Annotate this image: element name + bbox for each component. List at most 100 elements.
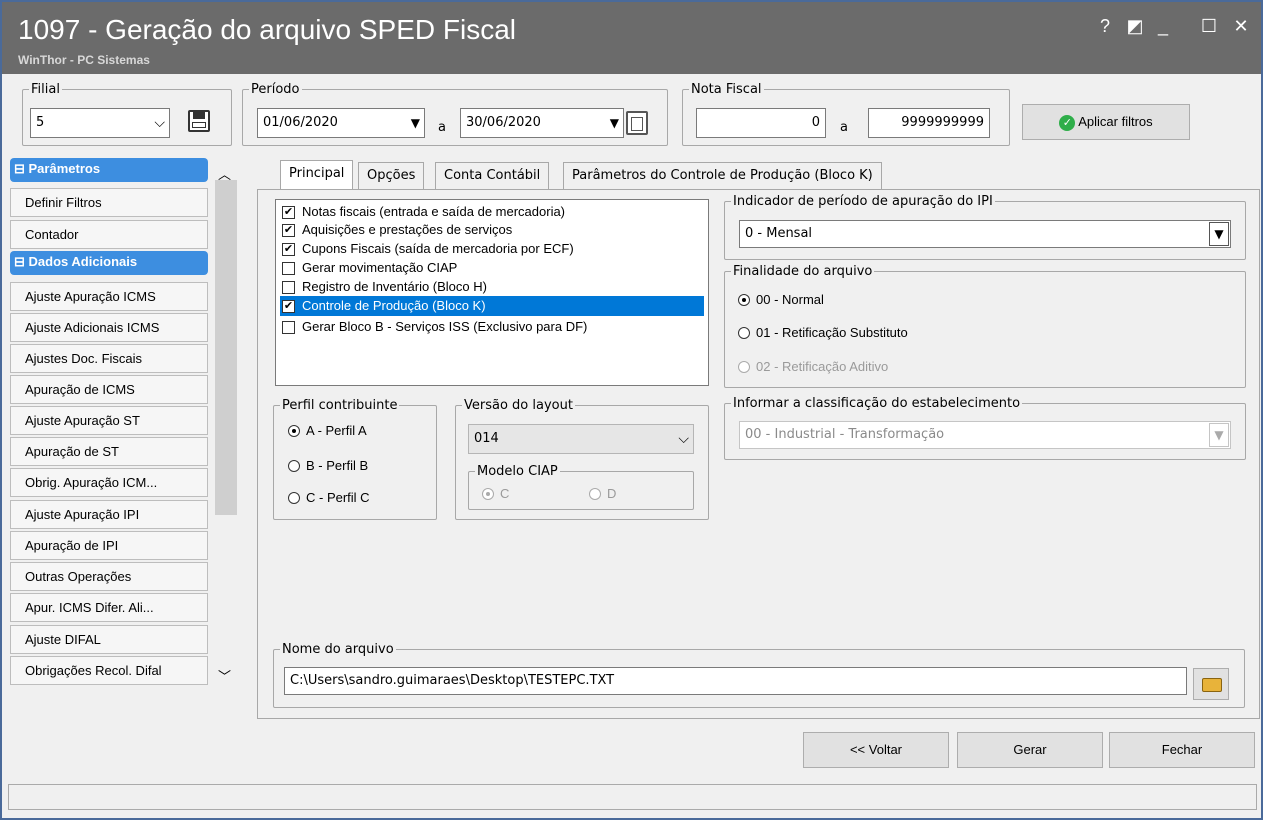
sidebar-item[interactable]: Apur. ICMS Difer. Ali... — [10, 593, 208, 622]
radio-ciap-d[interactable]: D — [587, 485, 616, 503]
checkbox[interactable] — [282, 321, 295, 334]
radio-label: A - Perfil A — [306, 423, 367, 438]
close-button[interactable]: Fechar — [1109, 732, 1255, 768]
radio-ciap-c[interactable]: C — [480, 485, 509, 503]
radio-perfil-a[interactable]: A - Perfil A — [286, 422, 367, 440]
radio-finalidade-normal[interactable]: 00 - Normal — [736, 291, 824, 309]
option-label: Cupons Fiscais (saída de mercadoria por … — [302, 241, 574, 256]
filial-select[interactable]: 5 ⌵ — [30, 108, 170, 138]
layout-version-select[interactable]: 014 ⌵ — [468, 424, 694, 454]
browse-button[interactable] — [1193, 668, 1229, 700]
sidebar-item[interactable]: Outras Operações — [10, 562, 208, 591]
nota-sep: a — [840, 120, 848, 135]
list-item[interactable]: Registro de Inventário (Bloco H) — [280, 277, 487, 297]
period-start-date[interactable]: 01/06/2020 ▼ — [257, 108, 425, 138]
period-end-value: 30/06/2020 — [466, 115, 541, 130]
sidebar-item[interactable]: Obrigações Recol. Difal — [10, 656, 208, 685]
sidebar-item[interactable]: Ajuste DIFAL — [10, 625, 208, 654]
sidebar-item[interactable]: Ajustes Doc. Fiscais — [10, 344, 208, 373]
sidebar-item[interactable]: Ajuste Apuração ST — [10, 406, 208, 435]
file-path-input[interactable]: C:\Users\sandro.guimaraes\Desktop\TESTEP… — [284, 667, 1187, 695]
sidebar-item[interactable]: Ajuste Apuração ICMS — [10, 282, 208, 311]
main-window: 1097 - Geração do arquivo SPED Fiscal Wi… — [0, 0, 1263, 820]
radio-label: 00 - Normal — [756, 292, 824, 307]
checkbox[interactable]: ✔ — [282, 243, 295, 256]
checkbox[interactable]: ✔ — [282, 224, 295, 237]
list-item[interactable]: ✔ Aquisições e prestações de serviços — [280, 220, 512, 240]
ipi-period-select[interactable]: 0 - Mensal ▼ — [739, 220, 1231, 248]
list-item[interactable]: Gerar Bloco B - Serviços ISS (Exclusivo … — [280, 317, 587, 337]
checkbox[interactable]: ✔ — [282, 300, 295, 313]
list-item-selected[interactable]: ✔ Controle de Produção (Bloco K) — [280, 296, 704, 316]
filial-value: 5 — [36, 115, 45, 130]
back-button[interactable]: << Voltar — [803, 732, 949, 768]
close-window-button[interactable]: ✕ — [1230, 16, 1252, 37]
sidebar-item[interactable]: Obrig. Apuração ICM... — [10, 468, 208, 497]
scroll-down-icon[interactable]: ﹀ — [218, 666, 231, 685]
radio-dot — [589, 488, 601, 500]
checkbox[interactable]: ✔ — [282, 206, 295, 219]
sidebar-item[interactable]: Apuração de ST — [10, 437, 208, 466]
generate-button[interactable]: Gerar — [957, 732, 1103, 768]
radio-finalidade-substituto[interactable]: 01 - Retificação Substituto — [736, 324, 908, 342]
chevron-down-icon: ⌵ — [154, 115, 165, 131]
ipi-period-value: 0 - Mensal — [745, 226, 813, 241]
nota-fiscal-label: Nota Fiscal — [689, 82, 764, 97]
minimize-button[interactable]: _ — [1152, 16, 1174, 37]
list-item[interactable]: Gerar movimentação CIAP — [280, 258, 457, 278]
arquivo-label: Nome do arquivo — [280, 642, 396, 657]
radio-dot — [288, 425, 300, 437]
list-item[interactable]: ✔ Notas fiscais (entrada e saída de merca… — [280, 202, 565, 222]
sidebar-scrollbar[interactable] — [215, 180, 237, 515]
chevron-down-icon: ⌵ — [678, 431, 689, 447]
sidebar-item-contador[interactable]: Contador — [10, 220, 208, 249]
classificacao-select[interactable]: 00 - Industrial - Transformação ▼ — [739, 421, 1231, 449]
radio-perfil-b[interactable]: B - Perfil B — [286, 457, 368, 475]
layout-version-value: 014 — [474, 431, 499, 446]
tab-principal[interactable]: Principal — [280, 160, 354, 191]
radio-finalidade-aditivo[interactable]: 02 - Retificação Aditivo — [736, 358, 888, 376]
tab-opcoes[interactable]: Opções — [358, 162, 425, 190]
maximize-button[interactable]: ☐ — [1198, 16, 1220, 37]
window-title: 1097 - Geração do arquivo SPED Fiscal — [18, 14, 517, 45]
help-button[interactable]: ? — [1094, 16, 1116, 37]
dropdown-arrow-icon: ▼ — [1209, 423, 1229, 447]
restore-layout-button[interactable]: ◩ — [1124, 16, 1146, 37]
sidebar: ⊟ Parâmetros Definir Filtros Contador ⊟ … — [10, 158, 210, 698]
check-circle-icon: ✓ — [1059, 114, 1076, 131]
ipi-label: Indicador de período de apuração do IPI — [731, 194, 995, 209]
radio-dot — [288, 460, 300, 472]
tab-conta-contabil[interactable]: Conta Contábil — [435, 162, 550, 190]
perfil-label: Perfil contribuinte — [280, 398, 400, 413]
sidebar-item[interactable]: Apuração de ICMS — [10, 375, 208, 404]
classificacao-value: 00 - Industrial - Transformação — [745, 427, 945, 442]
radio-dot — [738, 294, 750, 306]
radio-label: D — [607, 486, 617, 501]
option-label: Registro de Inventário (Bloco H) — [302, 279, 487, 294]
layout-label: Versão do layout — [462, 398, 575, 413]
calendar-icon[interactable] — [626, 111, 648, 135]
list-item[interactable]: ✔ Cupons Fiscais (saída de mercadoria por… — [280, 239, 574, 259]
checkbox[interactable] — [282, 262, 295, 275]
nota-start-input[interactable]: 0 — [696, 108, 826, 138]
period-end-date[interactable]: 30/06/2020 ▼ — [460, 108, 624, 138]
option-label: Controle de Produção (Bloco K) — [302, 298, 486, 313]
sidebar-item[interactable]: Apuração de IPI — [10, 531, 208, 560]
radio-perfil-c[interactable]: C - Perfil C — [286, 489, 370, 507]
sidebar-section-dados-adicionais[interactable]: ⊟ Dados Adicionais — [10, 251, 208, 275]
nota-end-input[interactable]: 9999999999 — [868, 108, 990, 138]
option-label: Gerar Bloco B - Serviços ISS (Exclusivo … — [302, 319, 588, 334]
apply-filters-button[interactable]: ✓ Aplicar filtros — [1022, 104, 1190, 140]
sidebar-section-parametros[interactable]: ⊟ Parâmetros — [10, 158, 208, 182]
sidebar-item[interactable]: Ajuste Apuração IPI — [10, 500, 208, 529]
tab-bloco-k[interactable]: Parâmetros do Controle de Produção (Bloc… — [563, 162, 882, 190]
sidebar-item[interactable]: Ajuste Adicionais ICMS — [10, 313, 208, 342]
status-bar — [8, 784, 1257, 810]
checkbox[interactable] — [282, 281, 295, 294]
collapse-icon: ⊟ — [14, 161, 29, 176]
filial-label: Filial — [29, 82, 62, 97]
generation-options-list[interactable]: ✔ Notas fiscais (entrada e saída de merca… — [275, 199, 709, 386]
sidebar-item-definir-filtros[interactable]: Definir Filtros — [10, 188, 208, 217]
option-label: Notas fiscais (entrada e saída de mercad… — [302, 204, 566, 219]
save-icon[interactable] — [188, 110, 210, 132]
